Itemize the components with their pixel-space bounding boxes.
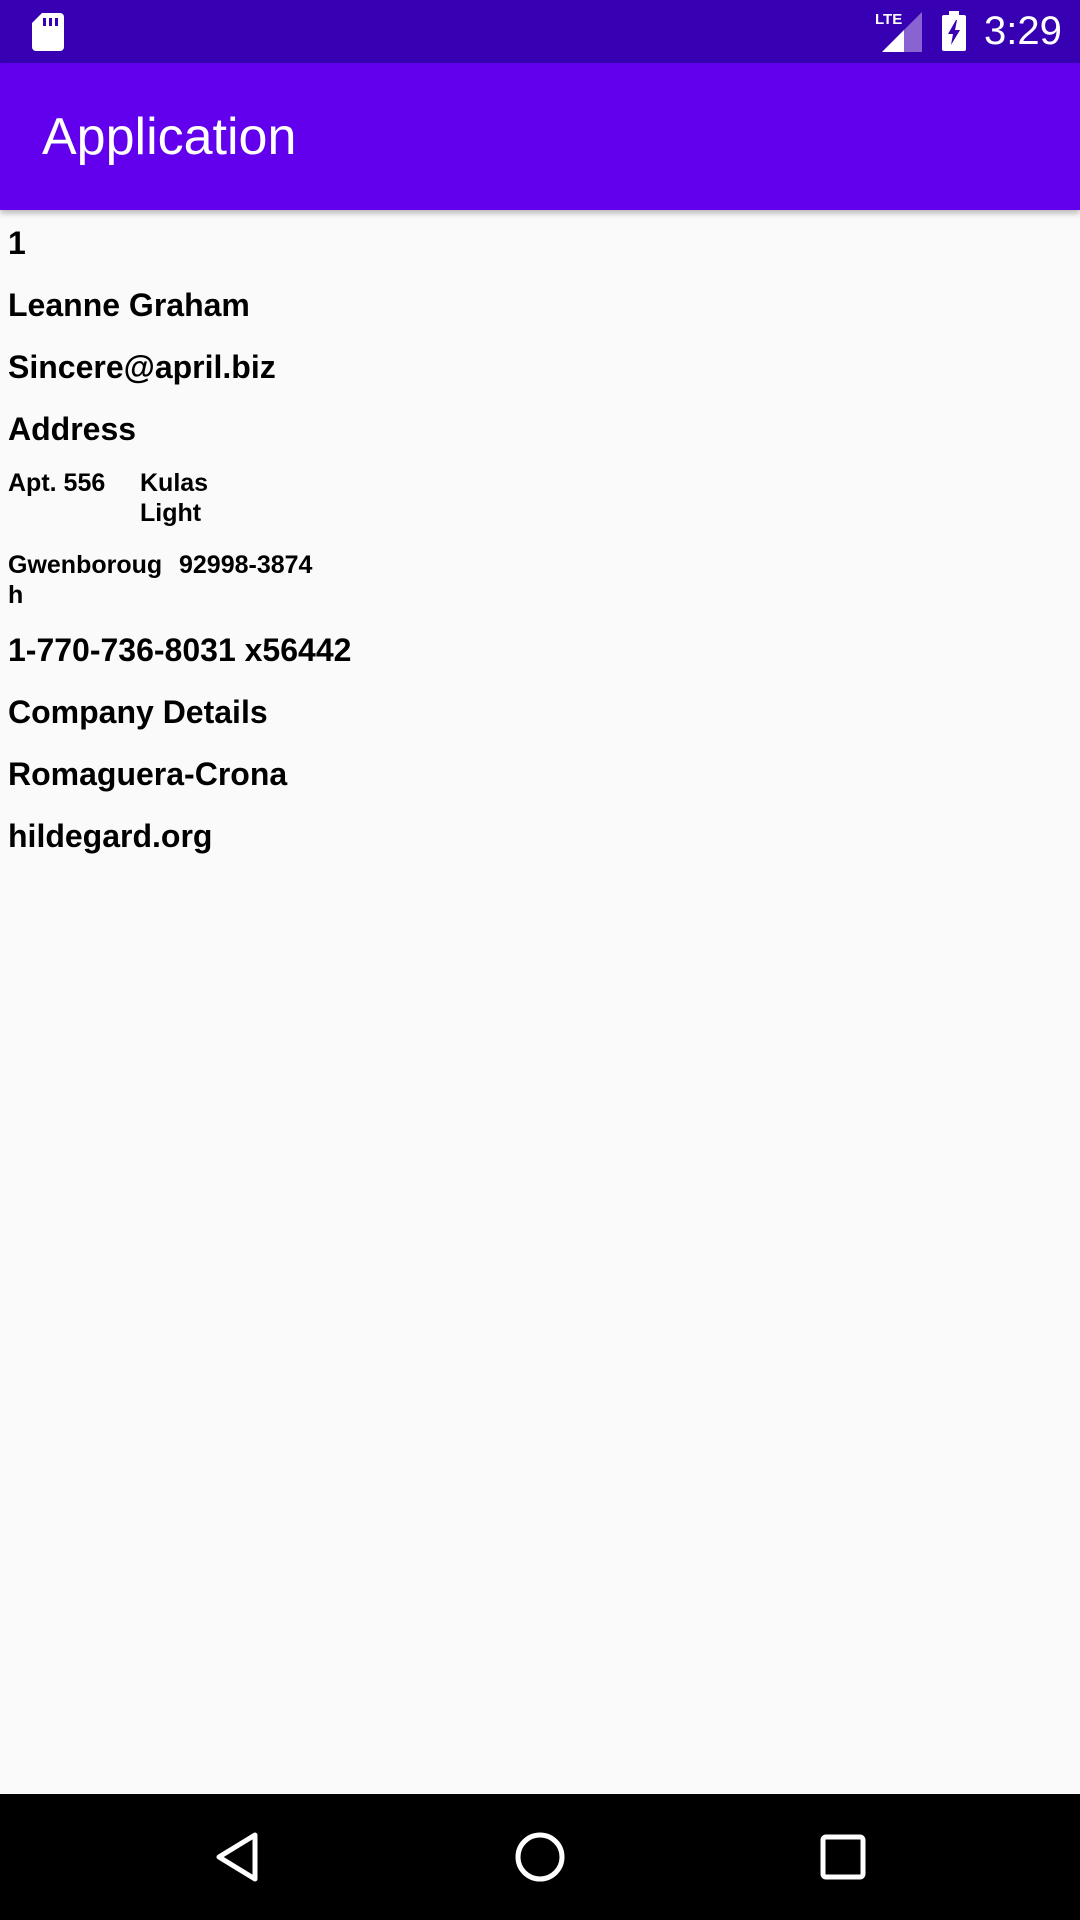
address-street: Kulas Light	[140, 469, 209, 527]
address-city: Gwenborough	[8, 551, 163, 609]
lte-signal-icon: LTE	[875, 11, 922, 52]
app-title: Application	[42, 108, 297, 166]
navigation-bar	[0, 1794, 1080, 1920]
company-heading: Company Details	[8, 694, 268, 730]
company-website: hildegard.org	[8, 818, 213, 854]
sd-card-icon	[32, 13, 64, 51]
status-bar: LTE 3:29	[0, 0, 1080, 63]
home-icon[interactable]	[510, 1827, 570, 1887]
company-name: Romaguera-Crona	[8, 756, 288, 792]
network-type-label: LTE	[875, 11, 902, 28]
battery-charging-icon	[942, 11, 966, 51]
user-email: Sincere@april.biz	[8, 349, 276, 385]
address-heading: Address	[8, 411, 137, 447]
user-id: 1	[8, 225, 26, 261]
status-clock: 3:29	[984, 9, 1062, 53]
user-phone: 1-770-736-8031 x56442	[8, 632, 352, 668]
app-bar: Application	[0, 63, 1080, 210]
back-icon[interactable]	[207, 1827, 267, 1887]
address-suite: Apt. 556	[8, 469, 106, 497]
user-details: 1 Leanne Graham Sincere@april.biz Addres…	[0, 210, 1080, 1794]
recents-icon[interactable]	[813, 1827, 873, 1887]
address-zipcode: 92998-3874	[179, 551, 313, 579]
user-name: Leanne Graham	[8, 287, 250, 323]
